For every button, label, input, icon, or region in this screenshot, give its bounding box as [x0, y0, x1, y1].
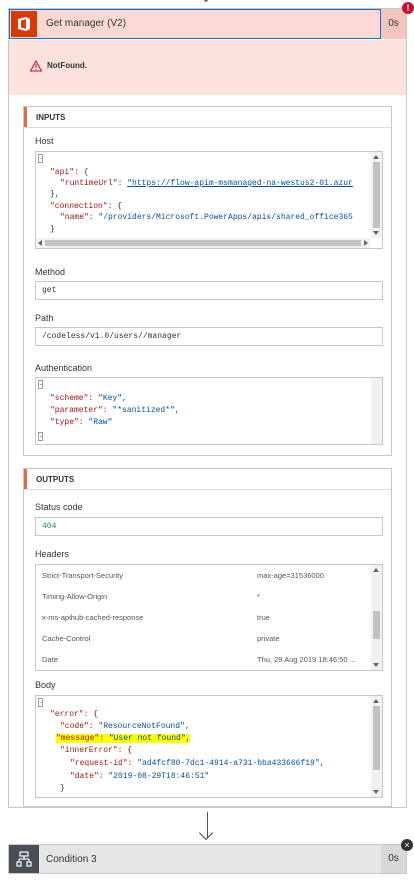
header-name: Timing-Allow-Origin: [42, 592, 108, 601]
collapse-icon[interactable]: -: [38, 380, 43, 389]
header-name: Cache-Control: [42, 634, 91, 643]
headers-vertical-scrollbar[interactable]: [371, 565, 382, 670]
authentication-label: Authentication: [35, 363, 93, 373]
host-vertical-scrollbar[interactable]: [371, 152, 382, 238]
authentication-vertical-scrollbar[interactable]: [371, 378, 382, 444]
error-banner: NotFound.: [9, 40, 406, 95]
office-icon: [11, 11, 37, 37]
close-icon[interactable]: ×: [401, 839, 413, 851]
header-value: private: [257, 634, 280, 643]
header-row: Date Thu, 29 Aug 2019 18:46:50 ...: [36, 649, 370, 670]
authentication-code-box[interactable]: - "scheme": "Key", "parameter": "*saniti…: [35, 377, 383, 445]
top-connector-arrow: [198, 0, 217, 6]
body-vertical-scrollbar[interactable]: [371, 696, 382, 797]
collapse-icon[interactable]: -: [38, 698, 43, 707]
action-duration: 0s: [381, 9, 406, 39]
error-badge: !: [402, 2, 414, 14]
method-label: Method: [35, 267, 66, 277]
header-name: Date: [42, 655, 58, 664]
header-name: x-ms-apihub-cached-response: [42, 613, 144, 622]
body-code-box[interactable]: - "error": { "code": "ResourceNotFound",…: [35, 695, 383, 798]
header-name: Strict-Transport-Security: [42, 571, 123, 580]
action-header[interactable]: Get manager (V2) 0s: [9, 9, 406, 39]
path-label: Path: [35, 313, 54, 323]
inputs-section: INPUTS Host - "api": { "runtimeUrl": "ht…: [23, 106, 392, 456]
header-value: *: [257, 592, 260, 601]
action-card-get-manager: Get manager (V2) 0s NotFound. INPUTS Hos…: [8, 8, 407, 808]
warning-icon: [30, 60, 42, 72]
headers-label: Headers: [35, 549, 70, 559]
status-code-label: Status code: [35, 502, 83, 512]
path-field[interactable]: /codeless/v1.0/users//manager: [35, 327, 383, 346]
collapse-icon[interactable]: -: [38, 432, 43, 441]
condition-icon: [9, 845, 39, 873]
action-title: Get manager (V2): [46, 18, 127, 29]
condition-title: Condition 3: [46, 854, 97, 865]
status-code-field[interactable]: 404: [35, 517, 383, 536]
action-card-condition[interactable]: Condition 3 0s: [8, 844, 407, 874]
body-label: Body: [35, 680, 56, 690]
header-value: true: [257, 613, 270, 622]
host-horizontal-scrollbar[interactable]: [36, 238, 370, 248]
host-code-box[interactable]: - "api": { "runtimeUrl": "https://flow-a…: [35, 151, 383, 249]
header-value: max-age=31536000: [257, 571, 324, 580]
header-row: Strict-Transport-Security max-age=3153600…: [36, 565, 370, 586]
collapse-icon[interactable]: -: [38, 154, 43, 163]
outputs-section: OUTPUTS Status code 404 Headers Strict-T…: [23, 468, 392, 807]
header-value: Thu, 29 Aug 2019 18:46:50 ...: [257, 655, 356, 664]
header-row: x-ms-apihub-cached-response true: [36, 607, 370, 628]
host-label: Host: [35, 136, 54, 146]
header-row: Cache-Control private: [36, 628, 370, 649]
method-field[interactable]: get: [35, 281, 383, 300]
outputs-heading: OUTPUTS: [24, 469, 391, 490]
highlighted-message: "message": "User not found",: [56, 734, 191, 743]
error-message: NotFound.: [47, 61, 87, 70]
header-row: Timing-Allow-Origin *: [36, 586, 370, 607]
inputs-heading: INPUTS: [24, 107, 391, 128]
headers-table[interactable]: Strict-Transport-Security max-age=3153600…: [35, 564, 383, 671]
bottom-connector-arrow: [198, 812, 217, 842]
